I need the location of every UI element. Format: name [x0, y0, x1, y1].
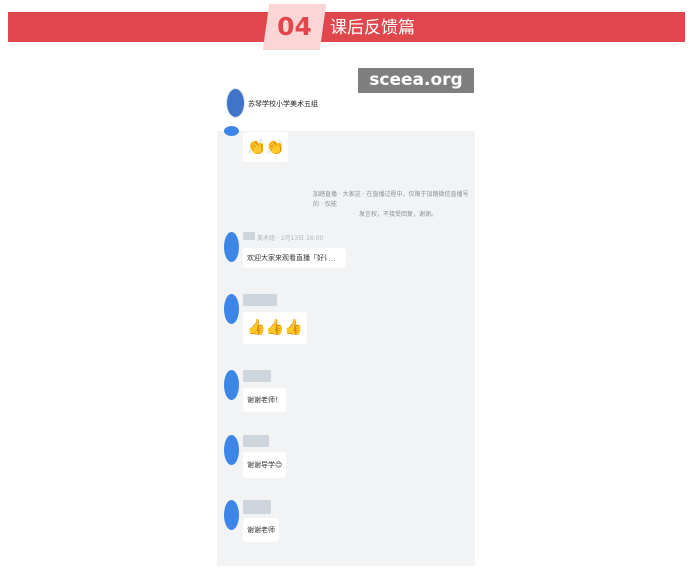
blurred-sender-name: [243, 232, 255, 240]
blurred-sender-name: [243, 435, 269, 447]
more-button[interactable]: …: [327, 253, 337, 267]
blurred-sender-name: [243, 500, 271, 514]
message-bubble[interactable]: 谢谢导学😊: [243, 452, 287, 478]
chat-screenshot: 苏琴学校小学美术五组 sceea.org 👏👏 加踏直播 · 大家这 · 在直播…: [217, 66, 475, 566]
avatar[interactable]: [224, 294, 239, 324]
blurred-sender-name: [243, 370, 271, 382]
watermark: sceea.org: [358, 68, 474, 93]
group-name: 苏琴学校小学美术五组: [248, 100, 318, 108]
blurred-sender-name: [243, 294, 277, 306]
message-bubble[interactable]: 谢谢老师: [243, 518, 279, 542]
avatar[interactable]: [224, 500, 239, 530]
chat-header: 苏琴学校小学美术五组 sceea.org: [217, 66, 475, 131]
section-title: 课后反馈篇: [330, 18, 415, 38]
group-avatar[interactable]: [226, 88, 245, 118]
clapping-hands-icon: 👏👏: [247, 138, 285, 156]
message-bubble[interactable]: 👏👏: [243, 132, 289, 162]
system-message-line: 加踏直播 · 大家这 · 在直播过程中，仅限于加踏微信直播号的 · 仅能: [313, 191, 469, 208]
message-bubble[interactable]: 谢谢老师！: [243, 388, 286, 412]
sender-meta: 美术组 · 2月13日 16:00: [257, 235, 324, 242]
system-message: 加踏直播 · 大家这 · 在直播过程中，仅限于加踏微信直播号的 · 仅能 发言权…: [313, 190, 473, 220]
avatar[interactable]: [224, 232, 239, 262]
thumbs-up-icon: 👍👍👍: [247, 318, 304, 336]
section-number: 04: [277, 12, 312, 41]
avatar[interactable]: [224, 370, 239, 400]
system-message-line: 发言权，不接受回复，谢谢。: [359, 211, 438, 218]
avatar[interactable]: [224, 435, 239, 465]
avatar[interactable]: [224, 126, 239, 136]
message-bubble[interactable]: 👍👍👍: [243, 312, 308, 344]
